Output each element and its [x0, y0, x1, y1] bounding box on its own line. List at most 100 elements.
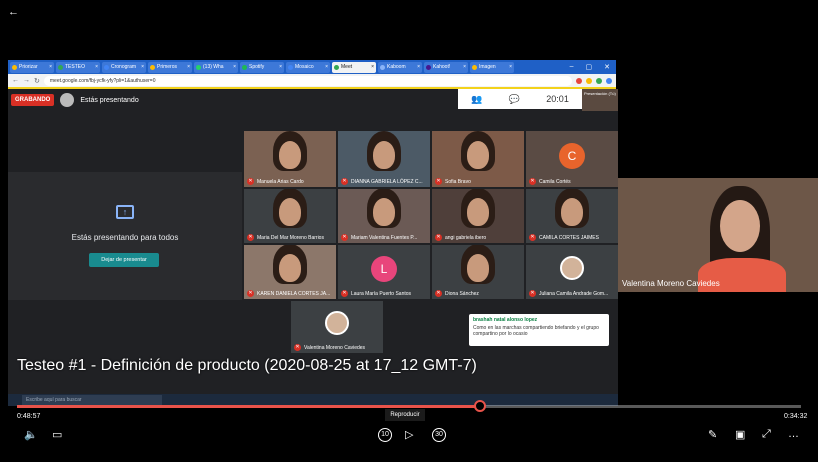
browser-tab: Spotify × — [240, 61, 284, 73]
presentation-thumbnail: Presentación (Tú) — [582, 89, 618, 111]
browser-tab: Primeros × — [148, 61, 192, 73]
participant-photo — [325, 310, 349, 335]
participant-face — [467, 197, 489, 226]
back-button[interactable]: ← — [8, 6, 19, 18]
seek-bar-fill — [17, 405, 480, 408]
browser-forward-icon: → — [23, 77, 30, 84]
tab-label: TESTEO — [65, 64, 86, 70]
play-tooltip: Reproducir — [385, 409, 425, 421]
tab-label: Spotify — [249, 64, 265, 70]
notification-sender: brashah natal alonso lopez — [473, 317, 538, 323]
edit-icon[interactable]: ✎ — [708, 428, 717, 441]
participant-name-row: ✕ Diona Sánchez — [435, 290, 479, 297]
tab-favicon-icon — [196, 64, 201, 70]
presenting-status: Estás presentando — [80, 96, 139, 104]
participant-name: Camila Cortés — [539, 178, 571, 185]
tab-favicon-icon — [150, 64, 155, 70]
participant-name-row: ✕ angi gabriela ibero — [435, 234, 486, 241]
fullscreen-icon[interactable]: ⤢ — [762, 428, 771, 441]
taskbar-search: Escribe aquí para buscar — [22, 395, 162, 405]
tab-close-icon: × — [463, 64, 466, 70]
participant-name: Diona Sánchez — [445, 290, 479, 297]
participant-tile: ✕ Manuela Arias Cardo — [244, 131, 336, 187]
participant-name: Juliana Camila Andrade Gom... — [539, 290, 609, 297]
tab-favicon-icon — [104, 64, 109, 70]
close-icon: ✕ — [604, 64, 610, 71]
mic-off-icon: ✕ — [341, 290, 348, 297]
tab-label: Cronogram — [111, 64, 137, 70]
more-options-icon[interactable]: … — [788, 428, 799, 440]
volume-icon[interactable]: 🔈 — [24, 428, 38, 441]
duration: 0:34:32 — [784, 413, 808, 420]
tab-close-icon: × — [141, 64, 144, 70]
participant-name: KAREN DANIELA CORTES JA... — [257, 290, 331, 297]
participant-tile: L ✕ Laura María Puerto Santos — [338, 245, 430, 299]
extension-icon — [606, 77, 612, 84]
participant-face — [467, 253, 489, 282]
stop-presenting-button: Dejar de presentar — [89, 253, 159, 267]
tab-close-icon: × — [417, 64, 420, 70]
tab-label: Mosaico — [295, 64, 314, 70]
skip-back-button[interactable]: 10 — [378, 428, 392, 442]
tab-close-icon: × — [233, 64, 236, 70]
seek-handle[interactable] — [473, 400, 486, 412]
participant-face — [279, 197, 301, 226]
browser-tab: Kahoot! × — [424, 61, 468, 73]
tab-close-icon: × — [49, 64, 52, 70]
browser-tab: Mosaico × — [286, 61, 330, 73]
participant-name-row: ✕ CAMILA CORTES JAIMES — [529, 234, 599, 241]
participant-name: Manuela Arias Cardo — [257, 178, 304, 185]
mic-off-icon: ✕ — [247, 234, 254, 241]
meeting-clock: 20:01 — [546, 94, 569, 104]
browser-tab: Meet × — [332, 61, 376, 73]
browser-address-bar: ← → ↻ meet.google.com/fbj-ycfk-yfy?pli=1… — [8, 74, 616, 89]
tab-label: Kaboom — [387, 64, 406, 70]
mic-off-icon: ✕ — [247, 178, 254, 185]
window-controls: – ▢ ✕ — [570, 63, 616, 71]
tab-label: Kahoot! — [433, 64, 451, 70]
participant-tile: ✕ angi gabriela ibero — [432, 189, 524, 243]
tab-favicon-icon — [12, 64, 17, 70]
skip-forward-button[interactable]: 30 — [432, 428, 446, 442]
current-time: 0:48:57 — [17, 413, 41, 420]
skip-back-icon: 10 — [378, 428, 392, 442]
tab-close-icon: × — [187, 64, 190, 70]
captions-icon[interactable]: ▭ — [52, 428, 62, 441]
participant-name-row: ✕ Manuela Arias Cardo — [247, 178, 304, 185]
mic-off-icon: ✕ — [341, 178, 348, 185]
mic-off-icon: ✕ — [529, 234, 536, 241]
participant-tile: ✕ KAREN DANIELA CORTES JA... — [244, 245, 336, 299]
mic-off-icon: ✕ — [341, 234, 348, 241]
participant-name: Valentina Moreno Caviedes — [304, 344, 366, 351]
participant-camera-name: Valentina Moreno Caviedes — [622, 279, 720, 288]
miniplayer-icon[interactable]: ▣ — [735, 428, 745, 441]
participant-name: Maria Del Mar Moreno Barrios — [257, 234, 324, 241]
browser-tab: TESTEO × — [56, 61, 100, 73]
browser-tab: Priorizar × — [10, 61, 54, 73]
play-button[interactable]: ▷ — [405, 428, 413, 441]
mic-off-icon: ✕ — [247, 290, 254, 297]
browser-reload-icon: ↻ — [34, 77, 40, 85]
tab-label: Imagen — [479, 64, 496, 70]
participant-name-row: ✕ Sofia Bravo — [435, 178, 471, 185]
browser-tab-strip: Priorizar × TESTEO × Cronogram × Primeros × (13)… — [8, 60, 616, 74]
participant-tile: ✕ Juliana Camila Andrade Gom... — [526, 245, 618, 299]
mic-off-icon: ✕ — [529, 178, 536, 185]
tab-label: Meet — [341, 64, 353, 70]
participant-face — [467, 140, 489, 169]
tab-close-icon: × — [371, 64, 374, 70]
participant-name: CAMILA CORTES JAIMES — [539, 234, 599, 241]
tab-label: Priorizar — [19, 64, 38, 70]
participant-face — [373, 197, 395, 226]
mic-off-icon: ✕ — [294, 344, 301, 351]
skip-forward-icon: 30 — [432, 428, 446, 442]
participant-tile: ✕ Valentina Moreno Caviedes — [291, 301, 383, 353]
tab-close-icon: × — [279, 64, 282, 70]
participant-tile: ✕ Diona Sánchez — [432, 245, 524, 299]
tab-favicon-icon — [380, 64, 385, 70]
tab-close-icon: × — [509, 64, 512, 70]
present-screen-icon: ↑ — [116, 205, 134, 219]
notification-text: Como en las marchas compartiendo briefan… — [473, 325, 599, 337]
tab-favicon-icon — [288, 64, 293, 70]
browser-tab: Imagen × — [470, 61, 514, 73]
